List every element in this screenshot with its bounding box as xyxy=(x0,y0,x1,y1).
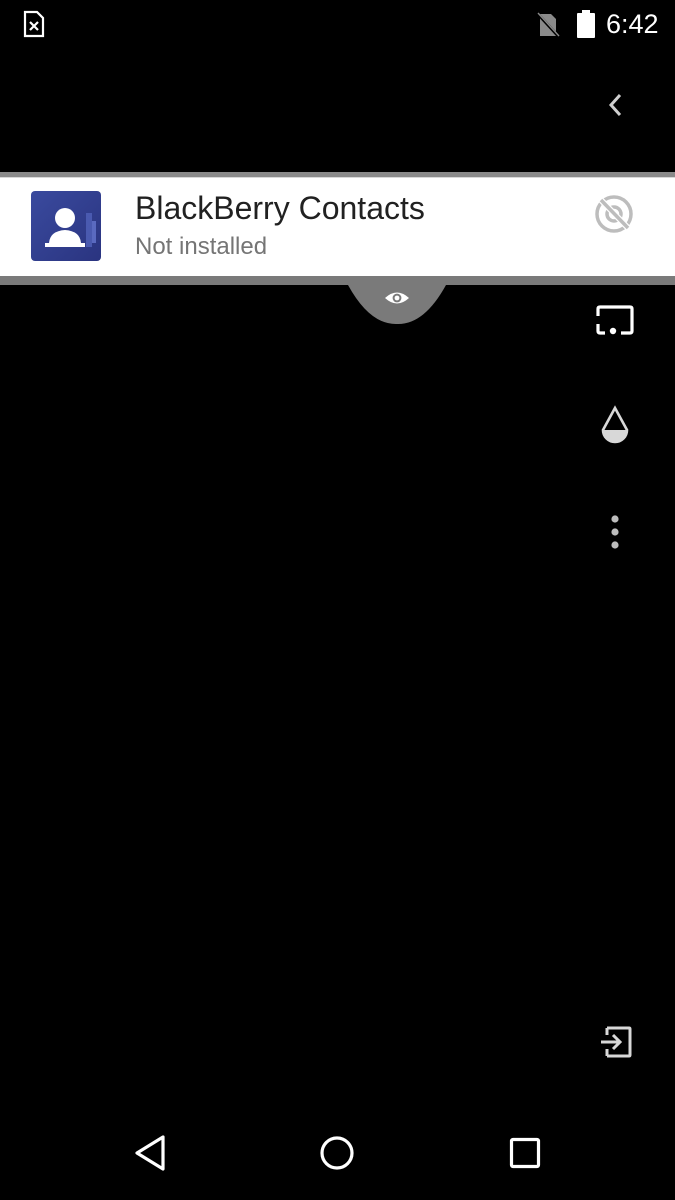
eye-icon xyxy=(384,289,410,312)
app-card[interactable]: BlackBerry Contacts Not installed xyxy=(0,177,675,276)
exit-icon xyxy=(597,1025,633,1064)
more-options-button[interactable] xyxy=(587,506,643,562)
more-vert-icon xyxy=(610,514,620,554)
drop-button[interactable] xyxy=(587,400,643,456)
back-triangle-icon xyxy=(133,1134,167,1177)
app-title: BlackBerry Contacts xyxy=(135,190,425,226)
battery-full-icon xyxy=(576,10,596,38)
drop-icon xyxy=(599,404,631,452)
nav-recents-button[interactable] xyxy=(495,1130,555,1180)
home-circle-icon xyxy=(319,1135,355,1176)
exit-button[interactable] xyxy=(587,1016,643,1072)
app-install-status: Not installed xyxy=(135,233,268,260)
nav-back-button[interactable] xyxy=(120,1130,180,1180)
recents-square-icon xyxy=(509,1137,541,1174)
no-sim-icon xyxy=(535,11,561,39)
screen: 6:42 BlackBerry Contacts Not installed xyxy=(0,0,675,1200)
panel-handle[interactable] xyxy=(348,285,446,325)
nav-home-button[interactable] xyxy=(307,1130,367,1180)
contacts-app-icon xyxy=(31,191,101,261)
back-chevron-button[interactable] xyxy=(587,79,643,135)
status-bar: 6:42 xyxy=(0,0,675,48)
navigation-bar xyxy=(0,1110,675,1200)
cast-button[interactable] xyxy=(587,294,643,350)
visibility-off-icon xyxy=(594,194,634,239)
back-chevron-icon xyxy=(605,91,625,124)
status-time: 6:42 xyxy=(606,9,659,39)
panel-bottom-divider xyxy=(0,276,675,285)
hide-app-button[interactable] xyxy=(588,190,640,242)
sim-error-icon xyxy=(22,10,46,38)
cast-icon xyxy=(595,304,635,341)
